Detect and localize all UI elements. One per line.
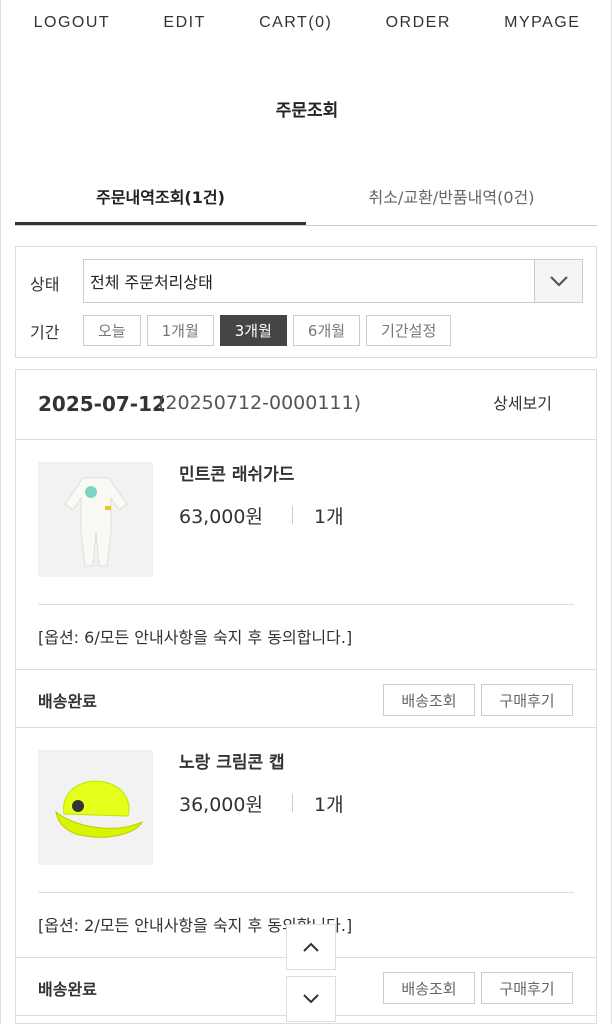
chevron-up-icon: [302, 938, 320, 957]
order-tabs: 주문내역조회(1건) 취소/교환/반품내역(0건): [15, 170, 597, 226]
chevron-down-icon[interactable]: [534, 260, 582, 302]
track-delivery-button[interactable]: 배송조회: [383, 684, 475, 716]
product-option: [옵션: 6/모든 안내사항을 숙지 후 동의합니다.]: [38, 628, 353, 647]
order-date: 2025-07-12: [38, 392, 166, 416]
status-select[interactable]: 전체 주문처리상태: [83, 259, 583, 303]
product-quantity: 1개: [314, 506, 344, 528]
detail-view-link[interactable]: 상세보기: [493, 390, 552, 414]
cart-link[interactable]: CART(0): [259, 14, 332, 32]
status-select-value: 전체 주문처리상태: [90, 273, 213, 292]
order-number: (20250712-0000111): [158, 392, 362, 414]
page-title: 주문조회: [275, 101, 339, 121]
period-1month-button[interactable]: 1개월: [146, 315, 214, 346]
write-review-button[interactable]: 구매후기: [481, 684, 573, 716]
product-image-rashguard[interactable]: [38, 462, 153, 577]
item-status-row: 배송완료 배송조회 구매후기: [16, 670, 596, 728]
product-price: 36,000원: [179, 794, 263, 816]
order-header: 2025-07-12 (20250712-0000111) 상세보기: [16, 370, 596, 440]
tab-cancel-return[interactable]: 취소/교환/반품내역(0건): [306, 170, 597, 225]
period-today-button[interactable]: 오늘: [83, 315, 141, 346]
product-price: 63,000원: [179, 506, 263, 528]
edit-link[interactable]: EDIT: [163, 14, 205, 32]
write-review-button[interactable]: 구매후기: [481, 972, 573, 1004]
divider: [292, 506, 293, 524]
period-buttons: 오늘 1개월 3개월 6개월 기간설정: [83, 315, 452, 346]
order-link[interactable]: ORDER: [386, 14, 451, 32]
product-image-cap[interactable]: [38, 750, 153, 865]
filter-panel: 상태 전체 주문처리상태 기간 오늘 1개월 3개월 6개월 기간설정: [15, 246, 597, 358]
top-nav: LOGOUT EDIT CART(0) ORDER MYPAGE: [1, 0, 612, 46]
period-custom-button[interactable]: 기간설정: [366, 315, 452, 346]
divider: [292, 794, 293, 812]
product-quantity: 1개: [314, 794, 344, 816]
delivery-status: 배송완료: [38, 980, 97, 999]
chevron-down-icon: [302, 990, 320, 1009]
status-label: 상태: [30, 275, 60, 294]
divider: [38, 892, 574, 893]
period-6month-button[interactable]: 6개월: [292, 315, 361, 346]
logout-link[interactable]: LOGOUT: [34, 14, 111, 32]
mypage-link[interactable]: MYPAGE: [504, 14, 580, 32]
scroll-up-button[interactable]: [286, 924, 336, 970]
product-name[interactable]: 민트콘 래쉬가드: [179, 460, 294, 485]
divider: [38, 604, 574, 605]
tab-order-history[interactable]: 주문내역조회(1건): [15, 170, 306, 225]
product-name[interactable]: 노랑 크림콘 캡: [179, 748, 285, 773]
track-delivery-button[interactable]: 배송조회: [383, 972, 475, 1004]
period-3month-button[interactable]: 3개월: [219, 315, 287, 346]
period-label: 기간: [30, 323, 60, 342]
scroll-down-button[interactable]: [286, 976, 336, 1022]
order-item: 민트콘 래쉬가드 63,000원 1개 [옵션: 6/모든 안내사항을 숙지 후…: [16, 440, 596, 670]
delivery-status: 배송완료: [38, 692, 97, 711]
